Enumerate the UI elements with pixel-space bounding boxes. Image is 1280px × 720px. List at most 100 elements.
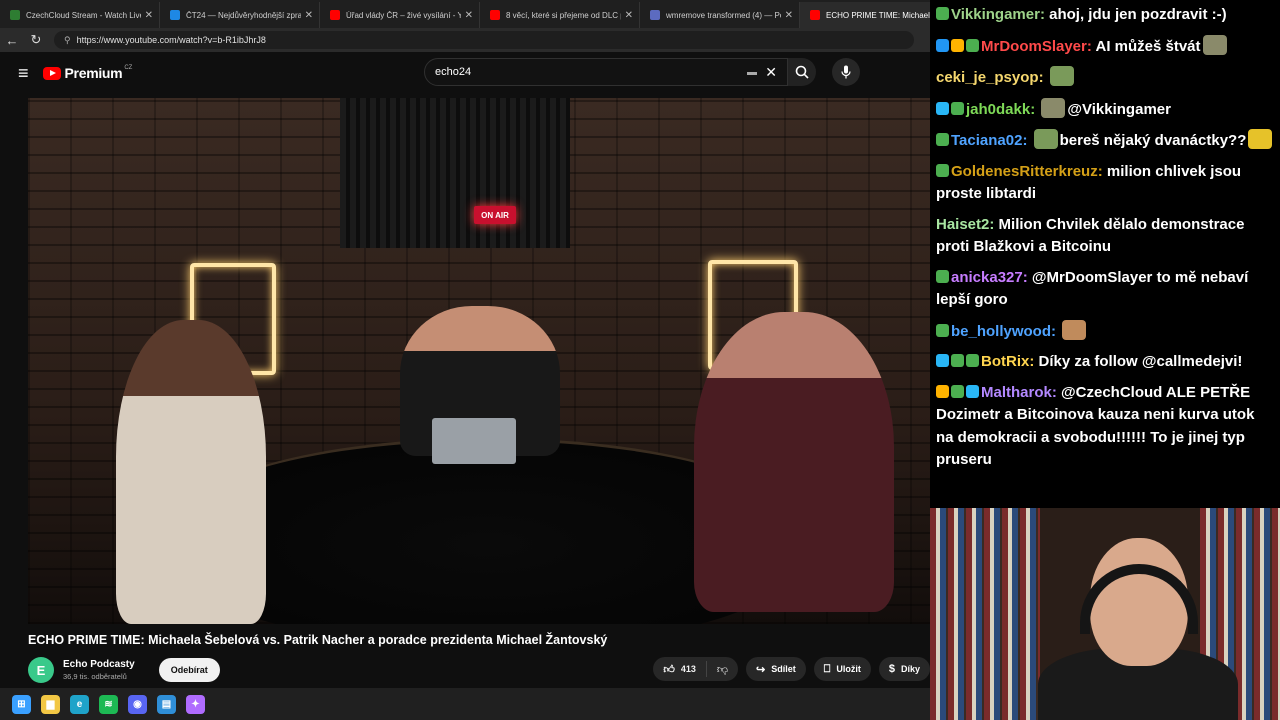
chat-text: @Vikkingamer: [1067, 100, 1171, 118]
dislike-button[interactable]: 👎︎: [707, 663, 738, 676]
notepad-icon[interactable]: ▤: [157, 694, 176, 714]
chat-colon: :: [1030, 100, 1040, 118]
clear-search-icon[interactable]: ✕: [765, 64, 777, 81]
chat-badge-icon: [936, 133, 949, 146]
voice-search-button[interactable]: [832, 58, 860, 86]
windows-taskbar: ⊞ ▆ e ≋ ◉ ▤ ✦: [0, 688, 930, 720]
browser-tab-strip: CzechCloud Stream - Watch Live o ✕ ČT24 — …: [0, 0, 930, 28]
tab-title: ECHO PRIME TIME: Michaela Š: [826, 10, 930, 20]
video-player[interactable]: ON AIR: [28, 98, 930, 624]
chat-text: ahoj, jdu jen pozdravit :-): [1049, 6, 1227, 23]
logo-text: Premium: [64, 65, 123, 81]
channel-name[interactable]: Echo Podcasty: [63, 659, 135, 670]
chat-message: be_hollywood:: [936, 319, 1276, 344]
chat-username[interactable]: BotRix: [981, 353, 1029, 370]
close-tab-icon[interactable]: ✕: [625, 10, 633, 21]
file-explorer-icon[interactable]: ▆: [41, 694, 60, 714]
like-button[interactable]: 👍︎ 413: [653, 661, 707, 677]
chat-badge-icon: [936, 163, 949, 177]
chat-colon: :: [1022, 268, 1032, 286]
close-tab-icon[interactable]: ✕: [465, 10, 473, 21]
chat-message: ceki_je_psyop:: [936, 66, 1276, 90]
browser-tab[interactable]: CzechCloud Stream - Watch Live o ✕: [0, 2, 160, 28]
browser-tab[interactable]: Úřad vlády ČR – živé vysílání - You ✕: [320, 2, 480, 28]
chat-emote-icon: [1248, 129, 1273, 149]
logo-region: CZ: [124, 65, 133, 71]
chat-badge-icon: [936, 269, 949, 283]
tab-title: 8 věcí, které si přejeme od DLC pro: [506, 10, 621, 20]
chat-badge-icon: [966, 354, 979, 367]
chat-username[interactable]: be_hollywood: [951, 323, 1051, 340]
chat-username[interactable]: GoldenesRitterkreuz: [951, 163, 1098, 180]
browser-tab[interactable]: ČT24 — Nejdůvěryhodnější zpravo ✕: [160, 2, 320, 28]
share-icon: ↪: [756, 663, 766, 676]
laptop: [432, 418, 516, 464]
chat-badge-icon: [936, 384, 949, 398]
chat-username[interactable]: Vikkingamer: [951, 6, 1040, 23]
video-actions: 👍︎ 413 👎︎ ↪ Sdílet ⎕ Uložit $ Díky: [653, 657, 930, 681]
browser-address-bar: ← ↻ ⚲ https://www.youtube.com/watch?v=b-…: [0, 28, 930, 52]
browser-tab[interactable]: wmremove transformed (4) — Po ✕: [640, 2, 800, 28]
search-input[interactable]: echo24 ▬ ✕: [424, 58, 788, 86]
chat-username[interactable]: Haiset2: [936, 216, 989, 233]
chat-username[interactable]: ceki_je_psyop: [936, 69, 1039, 86]
site-info-icon[interactable]: ⚲: [64, 35, 71, 46]
browser-tab[interactable]: ECHO PRIME TIME: Michaela Š✕: [800, 2, 930, 28]
thanks-label: Díky: [900, 664, 920, 674]
share-label: Sdílet: [771, 664, 796, 674]
close-tab-icon[interactable]: ✕: [305, 10, 313, 21]
chat-message: anicka327: @MrDoomSlayer to mě nebaví le…: [936, 267, 1276, 312]
windows-start-icon[interactable]: ⊞: [12, 694, 31, 714]
chat-message: MrDoomSlayer: AI můžeš štvát: [936, 34, 1276, 59]
spotify-icon[interactable]: ≋: [99, 694, 118, 714]
chat-colon: :: [1039, 6, 1050, 23]
chat-username[interactable]: Maltharok: [981, 384, 1052, 401]
subscribe-button[interactable]: Odebírat: [158, 658, 220, 682]
tab-favicon-icon: [810, 10, 820, 20]
chat-colon: :: [989, 215, 999, 233]
chat-username[interactable]: Taciana02: [951, 132, 1022, 149]
share-button[interactable]: ↪ Sdílet: [746, 657, 806, 681]
browser-tab[interactable]: 8 věcí, které si přejeme od DLC pro ✕: [480, 2, 640, 28]
chat-emote-icon: [1033, 129, 1058, 149]
save-button[interactable]: ⎕ Uložit: [813, 657, 871, 681]
chat-message: Haiset2: Milion Chvilek dělalo demonstra…: [936, 214, 1276, 259]
guest-right: [694, 312, 894, 612]
chat-username[interactable]: anicka327: [951, 269, 1023, 286]
guest-left: [116, 320, 266, 624]
channel-row: E Echo Podcasty 36,9 tis. odběratelů Ode…: [28, 656, 220, 684]
chat-colon: :: [1051, 322, 1061, 340]
thumbs-up-icon: 👍︎: [663, 663, 675, 676]
close-tab-icon[interactable]: ✕: [145, 10, 153, 21]
close-tab-icon[interactable]: ✕: [785, 10, 793, 21]
channel-avatar[interactable]: E: [28, 657, 54, 683]
chat-username[interactable]: MrDoomSlayer: [981, 38, 1087, 55]
discord-icon[interactable]: ◉: [128, 694, 147, 714]
stream-chat: Vikkingamer: ahoj, jdu jen pozdravit :-)…: [930, 0, 1280, 508]
like-dislike-group: 👍︎ 413 👎︎: [653, 657, 739, 681]
copilot-icon[interactable]: ✦: [186, 694, 205, 714]
reload-icon[interactable]: ↻: [24, 32, 48, 48]
tab-title: CzechCloud Stream - Watch Live o: [26, 10, 141, 20]
menu-icon[interactable]: ≡: [18, 63, 29, 84]
chat-badge-icon: [966, 38, 979, 52]
tab-favicon-icon: [10, 10, 20, 20]
chat-message: BotRix: Díky za follow @callmedejvi!: [936, 351, 1276, 374]
tab-title: Úřad vlády ČR – živé vysílání - You: [346, 10, 461, 20]
back-arrow-icon[interactable]: ←: [0, 33, 24, 48]
chat-emote-icon: [1062, 319, 1087, 340]
keyboard-icon[interactable]: ▬: [747, 67, 757, 78]
tab-favicon-icon: [330, 10, 340, 20]
chat-badge-icon: [936, 323, 949, 337]
youtube-logo[interactable]: Premium CZ: [42, 65, 133, 81]
search-button[interactable]: [788, 58, 816, 86]
on-air-sign: ON AIR: [474, 206, 516, 224]
edge-browser-icon[interactable]: e: [70, 694, 89, 714]
chat-badge-icon: [951, 354, 964, 367]
microphone-icon: [841, 65, 851, 79]
thanks-button[interactable]: $ Díky: [878, 657, 930, 681]
tab-favicon-icon: [170, 10, 180, 20]
tab-favicon-icon: [650, 10, 660, 20]
chat-username[interactable]: jah0dakk: [966, 101, 1030, 118]
url-field[interactable]: ⚲ https://www.youtube.com/watch?v=b-R1ib…: [54, 31, 914, 49]
